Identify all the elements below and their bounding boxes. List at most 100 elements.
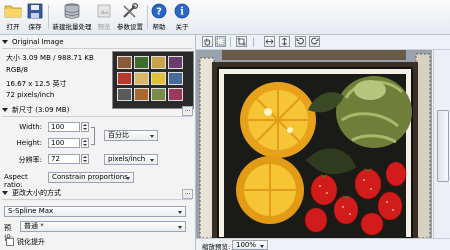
width-input[interactable]: 100 <box>48 122 80 132</box>
resize-method-value: S-Spline Max <box>8 207 54 215</box>
original-thumbnail <box>112 51 194 109</box>
preview-label: 预览 <box>97 23 111 31</box>
resize-method-select[interactable]: S-Spline Max <box>4 206 186 217</box>
size-unit-value: 百分比 <box>108 131 129 139</box>
info-icon: i <box>174 3 190 19</box>
collapse-triangle-icon <box>2 108 8 112</box>
save-button[interactable]: 保存 <box>25 2 45 32</box>
fit-height-button[interactable] <box>279 36 290 47</box>
hand-tool-button[interactable] <box>202 36 213 47</box>
new-batch-button[interactable]: 新建批量处理 <box>50 2 94 32</box>
vertical-arrows-icon <box>282 37 287 46</box>
rotate-right-icon <box>311 37 319 45</box>
svg-text:i: i <box>180 7 184 18</box>
open-label: 打开 <box>6 23 20 31</box>
new-size-header[interactable]: 新尺寸 (3.09 MB) <box>2 105 186 115</box>
height-spinner[interactable] <box>81 138 89 148</box>
crop-icon <box>237 37 246 46</box>
preview-toolbar <box>196 35 450 50</box>
resolution-unit-value: pixels/inch <box>108 155 146 163</box>
settings-button[interactable]: 参数设置 <box>116 2 144 32</box>
collapse-triangle-icon <box>2 191 8 195</box>
hand-icon <box>204 38 211 46</box>
scrollbar-thumb[interactable] <box>437 110 449 182</box>
folder-icon <box>4 5 22 18</box>
tools-icon <box>123 3 138 18</box>
resolution-label: 分辨率: <box>18 156 42 164</box>
zoom-select[interactable]: 100% <box>232 240 268 250</box>
about-button[interactable]: i 关于 <box>172 2 192 32</box>
preset-select[interactable]: 普通 * <box>20 221 186 232</box>
original-resolution-text: 72 pixels/inch <box>6 91 55 99</box>
new-size-options-button[interactable]: ... <box>182 106 193 116</box>
help-button[interactable]: ? 帮助 <box>149 2 169 32</box>
preview-canvas[interactable] <box>196 50 432 238</box>
toolbar-separator <box>147 5 148 29</box>
database-stack-icon <box>64 3 80 19</box>
new-batch-label: 新建批量处理 <box>52 23 92 31</box>
resize-method-options-button[interactable]: ... <box>182 189 193 199</box>
chevron-down-icon <box>150 159 154 162</box>
preview-icon <box>97 4 111 18</box>
original-image-header[interactable]: Original Image <box>2 37 186 47</box>
sharpen-label: 锐化提升 <box>17 238 45 246</box>
chevron-down-icon <box>178 226 182 229</box>
resize-method-header[interactable]: 更改大小的方式 <box>2 188 186 198</box>
new-size-title: 新尺寸 (3.09 MB) <box>12 106 70 114</box>
aspect-ratio-value: Constrain proportions <box>52 173 128 181</box>
sharpen-checkbox[interactable] <box>6 238 14 246</box>
marquee-icon <box>216 37 225 46</box>
settings-label: 参数设置 <box>117 23 143 31</box>
height-input[interactable]: 100 <box>48 138 80 148</box>
fit-width-button[interactable] <box>264 36 275 47</box>
chevron-down-icon <box>150 135 154 138</box>
rotate-left-icon <box>296 37 304 45</box>
save-label: 保存 <box>28 23 42 31</box>
original-dimensions-text: 16.67 x 12.5 英寸 <box>6 80 67 88</box>
settings-panel: Original Image 大小 3.09 MB / 988.71 KB RG… <box>0 35 196 250</box>
horizontal-arrows-icon <box>265 39 274 44</box>
divider <box>2 48 192 49</box>
svg-text:?: ? <box>156 7 162 18</box>
preview-vertical-scrollbar[interactable] <box>433 50 450 238</box>
divider <box>2 116 192 117</box>
chevron-down-icon <box>126 177 130 180</box>
preview-image <box>196 50 432 238</box>
proportion-link-bracket <box>91 127 95 145</box>
chevron-down-icon <box>178 211 182 214</box>
select-tool-button[interactable] <box>215 36 226 47</box>
width-label: Width: <box>19 123 42 131</box>
help-icon: ? <box>151 3 167 19</box>
rotate-left-button[interactable] <box>295 36 306 47</box>
divider <box>2 199 192 200</box>
preview-button[interactable]: 预览 <box>94 2 114 32</box>
height-label: Height: <box>16 139 43 147</box>
zoom-label: 缩放预览: <box>202 243 231 250</box>
resize-method-title: 更改大小的方式 <box>12 189 61 197</box>
preset-value: 普通 * <box>24 222 44 230</box>
preview-statusbar: 缩放预览: 100% <box>196 238 450 250</box>
original-size-text: 大小 3.09 MB / 988.71 KB <box>6 54 94 62</box>
size-unit-select[interactable]: 百分比 <box>104 130 158 141</box>
crop-tool-button[interactable] <box>236 36 247 47</box>
toolbar-separator <box>48 5 49 29</box>
resolution-unit-select[interactable]: pixels/inch <box>104 154 158 165</box>
toolbar-separator <box>230 37 231 47</box>
collapse-triangle-icon <box>2 40 8 44</box>
about-label: 关于 <box>175 23 189 31</box>
aspect-ratio-label: Aspect ratio: <box>4 173 28 189</box>
floppy-disk-icon <box>27 3 43 19</box>
main-toolbar: 打开 保存 新建批量处理 预览 参数设置 ? 帮助 i 关于 <box>0 0 450 35</box>
help-label: 帮助 <box>152 23 166 31</box>
resolution-input[interactable]: 72 <box>48 154 80 164</box>
original-image-title: Original Image <box>12 38 64 46</box>
original-mode-text: RGB/8 <box>6 66 28 74</box>
chevron-down-icon <box>260 245 264 248</box>
rotate-right-button[interactable] <box>309 36 320 47</box>
width-spinner[interactable] <box>81 122 89 132</box>
toolbar-separator <box>253 37 254 47</box>
app-window: 打开 保存 新建批量处理 预览 参数设置 ? 帮助 i 关于 Original … <box>0 0 450 250</box>
open-button[interactable]: 打开 <box>2 2 24 32</box>
aspect-ratio-select[interactable]: Constrain proportions <box>48 172 134 183</box>
resolution-spinner[interactable] <box>81 154 89 164</box>
